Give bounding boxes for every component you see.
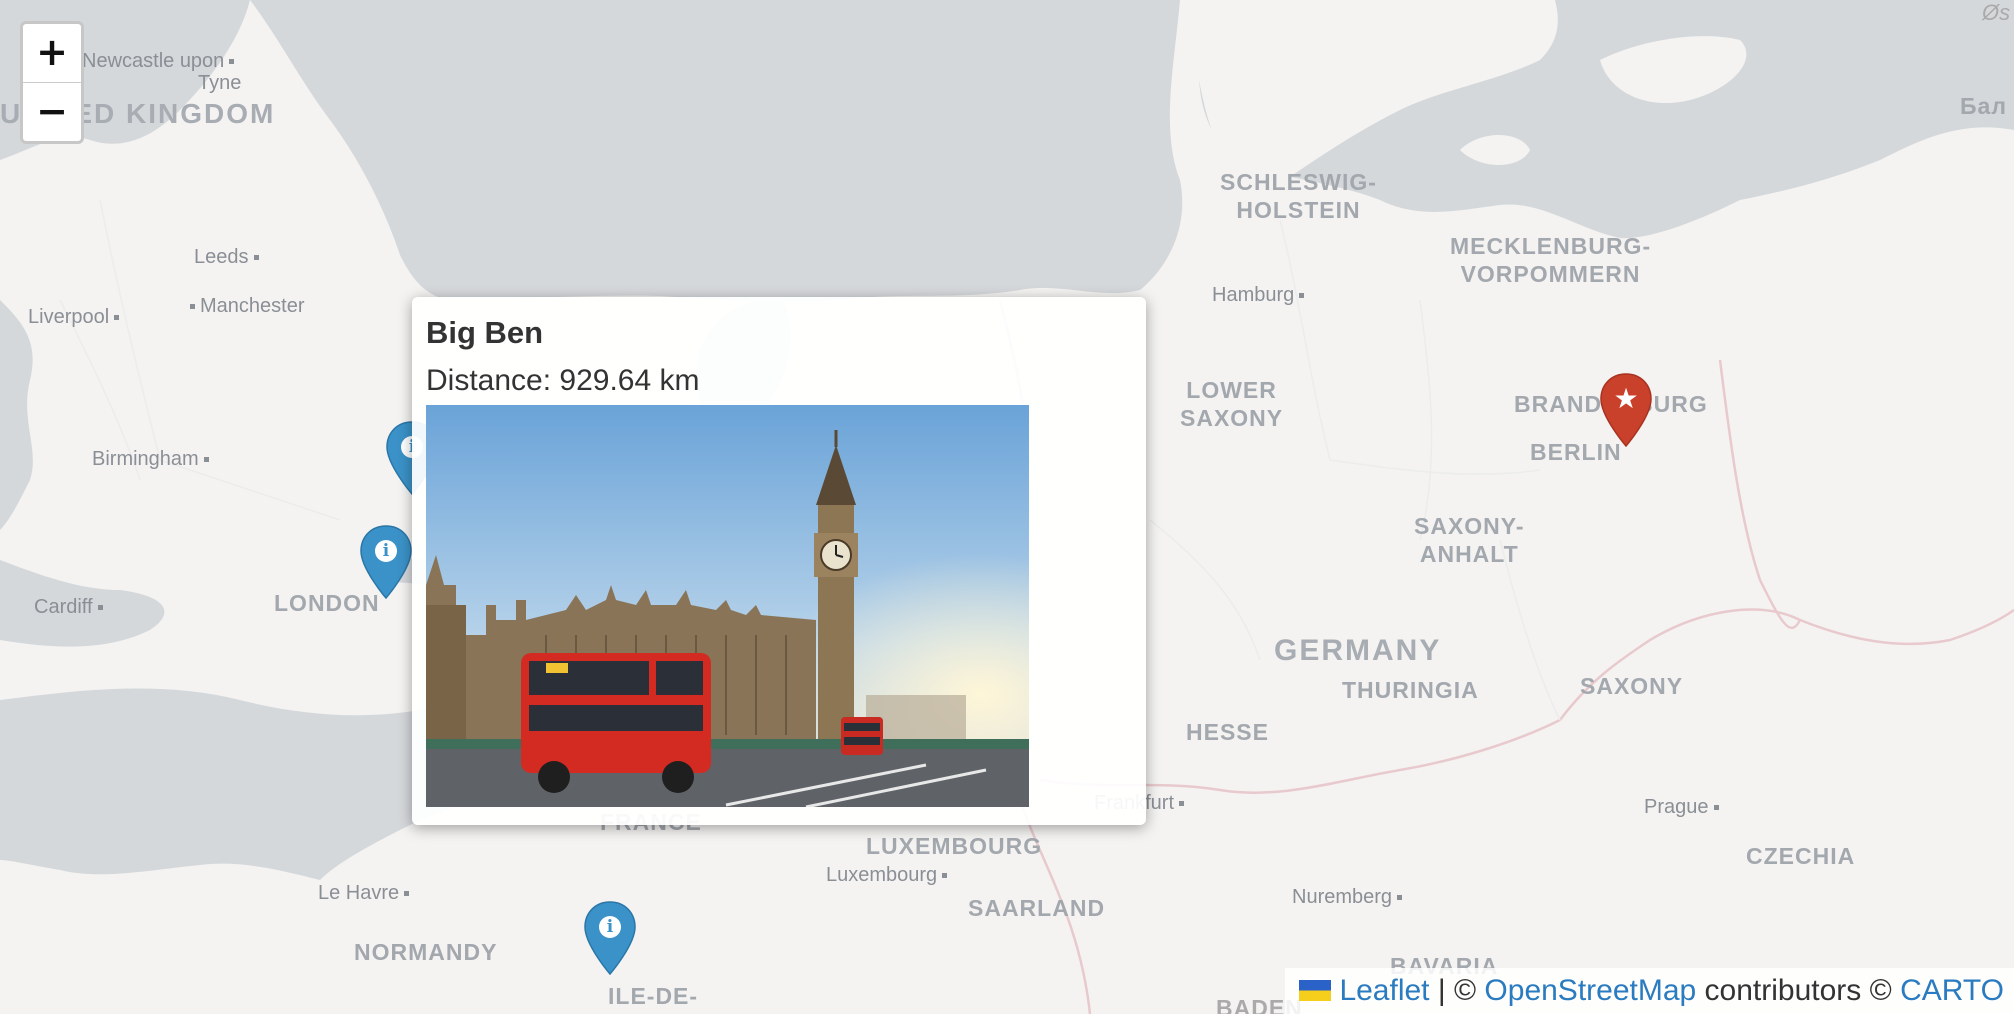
label-bal: Бал bbox=[1960, 93, 2007, 119]
attribution-contributors: contributors © bbox=[1696, 974, 1901, 1007]
label-schleswig-holstein: SCHLESWIG- HOLSTEIN bbox=[1220, 169, 1377, 223]
carto-link[interactable]: CARTO bbox=[1900, 974, 2004, 1007]
label-le-havre: Le Havre bbox=[318, 882, 409, 905]
label-hesse: HESSE bbox=[1186, 719, 1269, 745]
popup-title: Big Ben bbox=[426, 315, 544, 350]
info-marker-3[interactable]: i bbox=[582, 900, 638, 980]
label-czechia: CZECHIA bbox=[1746, 843, 1856, 869]
label-manchester: Manchester bbox=[190, 295, 305, 318]
label-prague: Prague bbox=[1644, 796, 1719, 819]
ukraine-flag-icon bbox=[1299, 979, 1332, 1001]
leaflet-link[interactable]: Leaflet bbox=[1339, 974, 1429, 1007]
map[interactable]: Newcastle upon Tyne UNITED KINGDOM Leeds… bbox=[0, 0, 2014, 1014]
label-luxembourg-city: Luxembourg bbox=[826, 864, 947, 887]
label-mecklenburg: MECKLENBURG- VORPOMMERN bbox=[1450, 233, 1652, 287]
label-saxony-anhalt: SAXONY- ANHALT bbox=[1414, 513, 1525, 567]
star-icon: ★ bbox=[1613, 382, 1639, 415]
label-saxony: SAXONY bbox=[1580, 673, 1684, 699]
label-cardiff: Cardiff bbox=[34, 596, 103, 619]
label-newcastle-2: Tyne bbox=[198, 72, 242, 94]
label-nuremberg: Nuremberg bbox=[1292, 886, 1402, 909]
big-ben-photo bbox=[426, 405, 1029, 807]
map-popup: Big Ben Distance: 929.64 km bbox=[412, 297, 1146, 825]
map-attribution: Leaflet | © OpenStreetMap contributors ©… bbox=[1285, 968, 2014, 1014]
label-hamburg: Hamburg bbox=[1212, 284, 1304, 307]
zoom-out-button[interactable]: − bbox=[23, 83, 81, 141]
label-saarland: SAARLAND bbox=[968, 895, 1106, 921]
zoom-control: + − bbox=[20, 21, 84, 144]
label-normandy: NORMANDY bbox=[354, 939, 498, 965]
info-icon: i bbox=[375, 540, 397, 562]
label-germany: GERMANY bbox=[1274, 634, 1442, 667]
label-liverpool: Liverpool bbox=[28, 306, 119, 329]
label-newcastle: Newcastle upon bbox=[82, 50, 234, 73]
info-marker-2[interactable]: i bbox=[358, 524, 414, 604]
label-luxembourg: LUXEMBOURG bbox=[866, 833, 1043, 859]
label-leeds: Leeds bbox=[194, 246, 259, 269]
label-thuringia: THURINGIA bbox=[1342, 677, 1479, 703]
info-icon: i bbox=[599, 916, 621, 938]
zoom-in-button[interactable]: + bbox=[23, 24, 81, 83]
label-birmingham: Birmingham bbox=[92, 448, 209, 471]
openstreetmap-link[interactable]: OpenStreetMap bbox=[1484, 974, 1696, 1007]
label-os: Øs bbox=[1982, 0, 2011, 25]
label-lower-saxony: LOWER SAXONY bbox=[1180, 377, 1284, 431]
label-ile-de: ILE-DE- bbox=[608, 983, 699, 1009]
attribution-sep: | © bbox=[1429, 974, 1485, 1007]
star-marker[interactable]: ★ bbox=[1598, 372, 1654, 452]
popup-distance: Distance: 929.64 km bbox=[426, 364, 700, 397]
